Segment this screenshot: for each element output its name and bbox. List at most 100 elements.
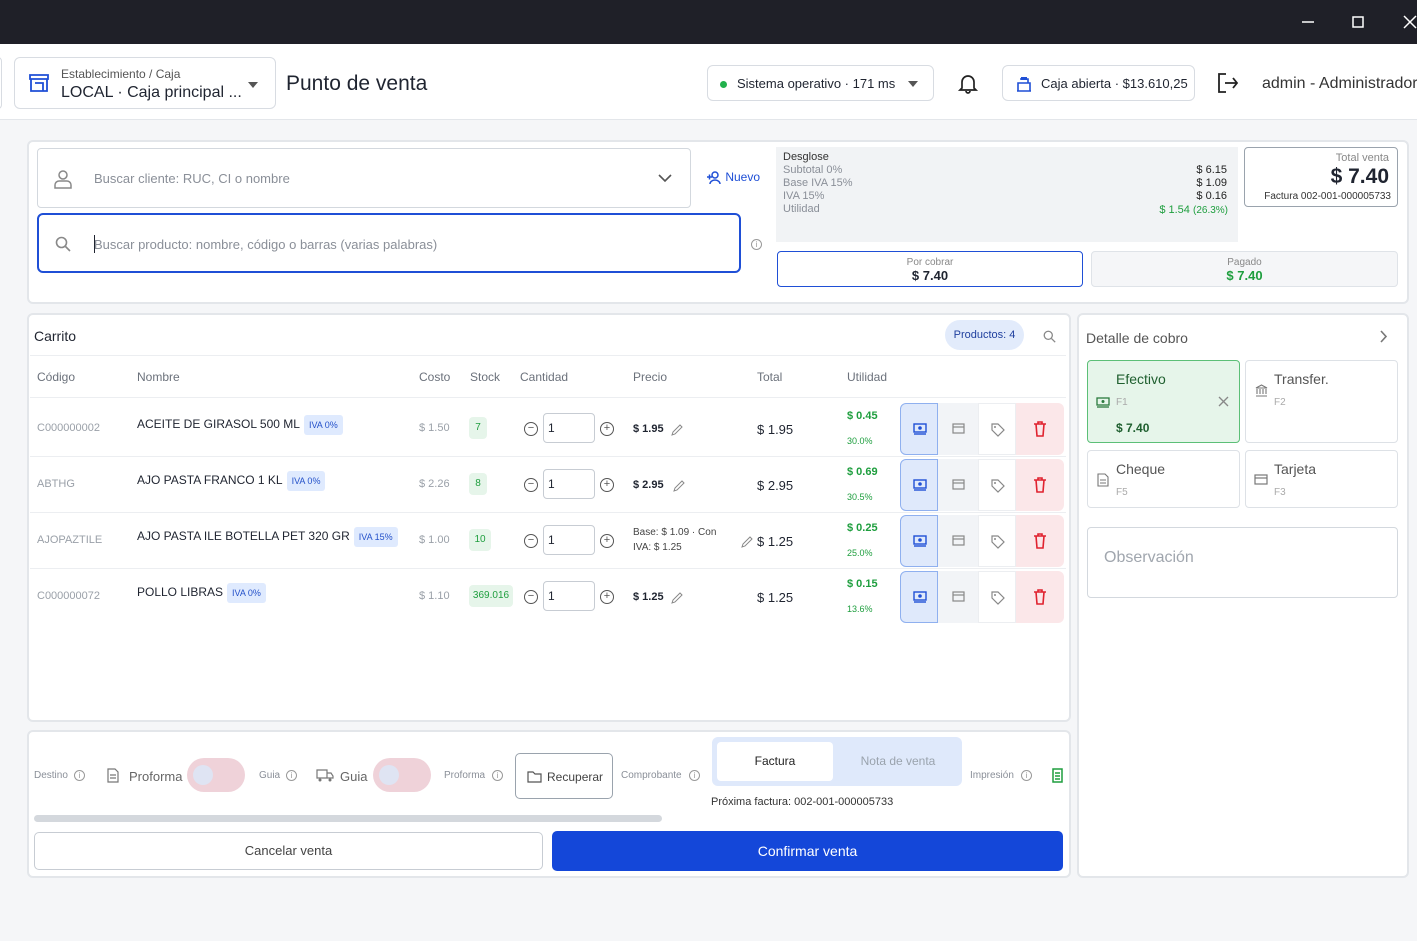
establishment-value: LOCAL · Caja principal ... xyxy=(61,84,242,101)
tab-invoice[interactable]: Factura xyxy=(717,742,833,781)
product-cost: $ 1.50 xyxy=(419,422,450,434)
stock-badge: 8 xyxy=(469,473,487,495)
payment-method-label: Efectivo xyxy=(1116,371,1166,387)
payment-method-cash[interactable]: Efectivo F1 $ 7.40 xyxy=(1087,360,1240,443)
guide-label: Guia xyxy=(340,769,368,784)
quantity-input[interactable]: 1 xyxy=(543,581,595,611)
cash-payment-button[interactable] xyxy=(900,571,938,623)
delete-button[interactable] xyxy=(1016,403,1064,455)
minus-icon[interactable]: − xyxy=(524,478,538,492)
voucher-label: Comprobante xyxy=(621,770,682,781)
plus-icon[interactable]: + xyxy=(600,422,614,436)
discount-button[interactable] xyxy=(978,515,1016,567)
client-search-input[interactable]: Buscar cliente: RUC, CI o nombre xyxy=(37,148,691,208)
cancel-sale-button[interactable]: Cancelar venta xyxy=(34,832,543,870)
product-cost: $ 1.10 xyxy=(419,590,450,602)
cash-payment-button[interactable] xyxy=(900,459,938,511)
info-icon[interactable]: i xyxy=(492,770,503,781)
chevron-down-icon xyxy=(908,81,918,87)
shortcut-key: F3 xyxy=(1274,487,1286,498)
close-icon[interactable] xyxy=(1218,396,1229,407)
product-code: ABTHG xyxy=(37,478,75,490)
chevron-right-icon[interactable] xyxy=(1379,330,1388,343)
establishment-selector[interactable]: Establecimiento / Caja LOCAL · Caja prin… xyxy=(14,57,276,109)
minimize-icon[interactable] xyxy=(1298,12,1318,32)
payment-method-transfer[interactable]: Transfer. F2 xyxy=(1245,360,1398,443)
recover-button[interactable]: Recuperar xyxy=(515,753,613,799)
logout-icon[interactable] xyxy=(1216,72,1240,94)
maximize-icon[interactable] xyxy=(1348,12,1368,32)
product-search-input[interactable]: Buscar producto: nombre, código o barras… xyxy=(37,213,741,273)
info-icon[interactable]: i xyxy=(74,770,85,781)
row-actions xyxy=(900,403,1064,455)
chevron-down-icon[interactable] xyxy=(658,173,672,183)
payment-method-label: Tarjeta xyxy=(1274,461,1317,477)
discount-button[interactable] xyxy=(978,571,1016,623)
new-client-button[interactable]: Nuevo xyxy=(706,170,760,185)
toggle-knob xyxy=(193,765,213,785)
amount-due-label: Por cobrar xyxy=(906,257,954,268)
cash-payment-button[interactable] xyxy=(900,403,938,455)
delete-button[interactable] xyxy=(1016,459,1064,511)
sidebar-toggle-stub[interactable] xyxy=(0,57,2,109)
info-icon[interactable]: i xyxy=(286,770,297,781)
total-sale-box: Total venta $ 7.40 Factura 002-001-00000… xyxy=(1244,147,1398,207)
quantity-input[interactable]: 1 xyxy=(543,469,595,499)
stock-badge: 10 xyxy=(469,529,491,551)
system-status-dropdown[interactable]: Sistema operativo · 171 ms xyxy=(707,65,934,101)
delete-button[interactable] xyxy=(1016,515,1064,567)
credit-card-icon xyxy=(1254,474,1268,485)
card-button[interactable] xyxy=(938,459,978,511)
card-button[interactable] xyxy=(938,403,978,455)
status-dot xyxy=(720,81,727,88)
bell-icon[interactable] xyxy=(957,72,979,94)
payment-method-card[interactable]: Tarjeta F3 xyxy=(1245,450,1398,508)
client-search-placeholder: Buscar cliente: RUC, CI o nombre xyxy=(94,171,290,186)
info-icon[interactable]: i xyxy=(1021,770,1032,781)
total-value: $ 7.40 xyxy=(1330,165,1389,188)
delete-button[interactable] xyxy=(1016,571,1064,623)
discount-button[interactable] xyxy=(978,459,1016,511)
minus-icon[interactable]: − xyxy=(524,590,538,604)
shortcut-key: F1 xyxy=(1116,397,1128,408)
info-icon[interactable]: i xyxy=(689,770,700,781)
plus-icon[interactable]: + xyxy=(600,534,614,548)
quantity-input[interactable]: 1 xyxy=(543,413,595,443)
edit-pencil-icon[interactable] xyxy=(671,592,683,604)
breakdown-value: $ 6.15 xyxy=(1196,164,1227,176)
receipt-icon[interactable] xyxy=(1051,768,1064,783)
product-price: $ 1.25 xyxy=(633,591,664,603)
profit-summary: $ 1.54 (26.3%) xyxy=(1159,204,1228,216)
info-icon[interactable]: i xyxy=(751,239,762,250)
line-total: $ 1.25 xyxy=(757,534,794,549)
document-icon xyxy=(1097,473,1109,487)
card-button[interactable] xyxy=(938,515,978,567)
user-name[interactable]: admin - Administrador xyxy=(1262,75,1417,93)
plus-icon[interactable]: + xyxy=(600,590,614,604)
guide-toggle[interactable] xyxy=(373,758,431,792)
quantity-input[interactable]: 1 xyxy=(543,525,595,555)
paid-box: Pagado $ 7.40 xyxy=(1091,251,1398,287)
tag-icon xyxy=(991,479,1005,493)
minus-icon[interactable]: − xyxy=(524,534,538,548)
minus-icon[interactable]: − xyxy=(524,422,538,436)
close-icon[interactable] xyxy=(1400,12,1417,32)
cash-register-status[interactable]: Caja abierta · $13.610,25 xyxy=(1002,65,1195,101)
plus-icon[interactable]: + xyxy=(600,478,614,492)
trash-icon xyxy=(1034,533,1046,549)
tab-sales-note[interactable]: Nota de venta xyxy=(838,742,958,781)
edit-pencil-icon[interactable] xyxy=(741,536,753,548)
proforma-toggle[interactable] xyxy=(187,758,245,792)
discount-button[interactable] xyxy=(978,403,1016,455)
confirm-sale-button[interactable]: Confirmar venta xyxy=(552,831,1063,871)
edit-pencil-icon[interactable] xyxy=(673,480,685,492)
money-icon xyxy=(913,535,927,547)
card-button[interactable] xyxy=(938,571,978,623)
observation-textarea[interactable]: Observación xyxy=(1087,527,1398,598)
payment-method-check[interactable]: Cheque F5 xyxy=(1087,450,1240,508)
horizontal-scrollbar[interactable] xyxy=(34,815,662,822)
stock-badge: 7 xyxy=(469,417,487,439)
search-icon[interactable] xyxy=(1043,330,1056,343)
edit-pencil-icon[interactable] xyxy=(671,424,683,436)
cash-payment-button[interactable] xyxy=(900,515,938,567)
